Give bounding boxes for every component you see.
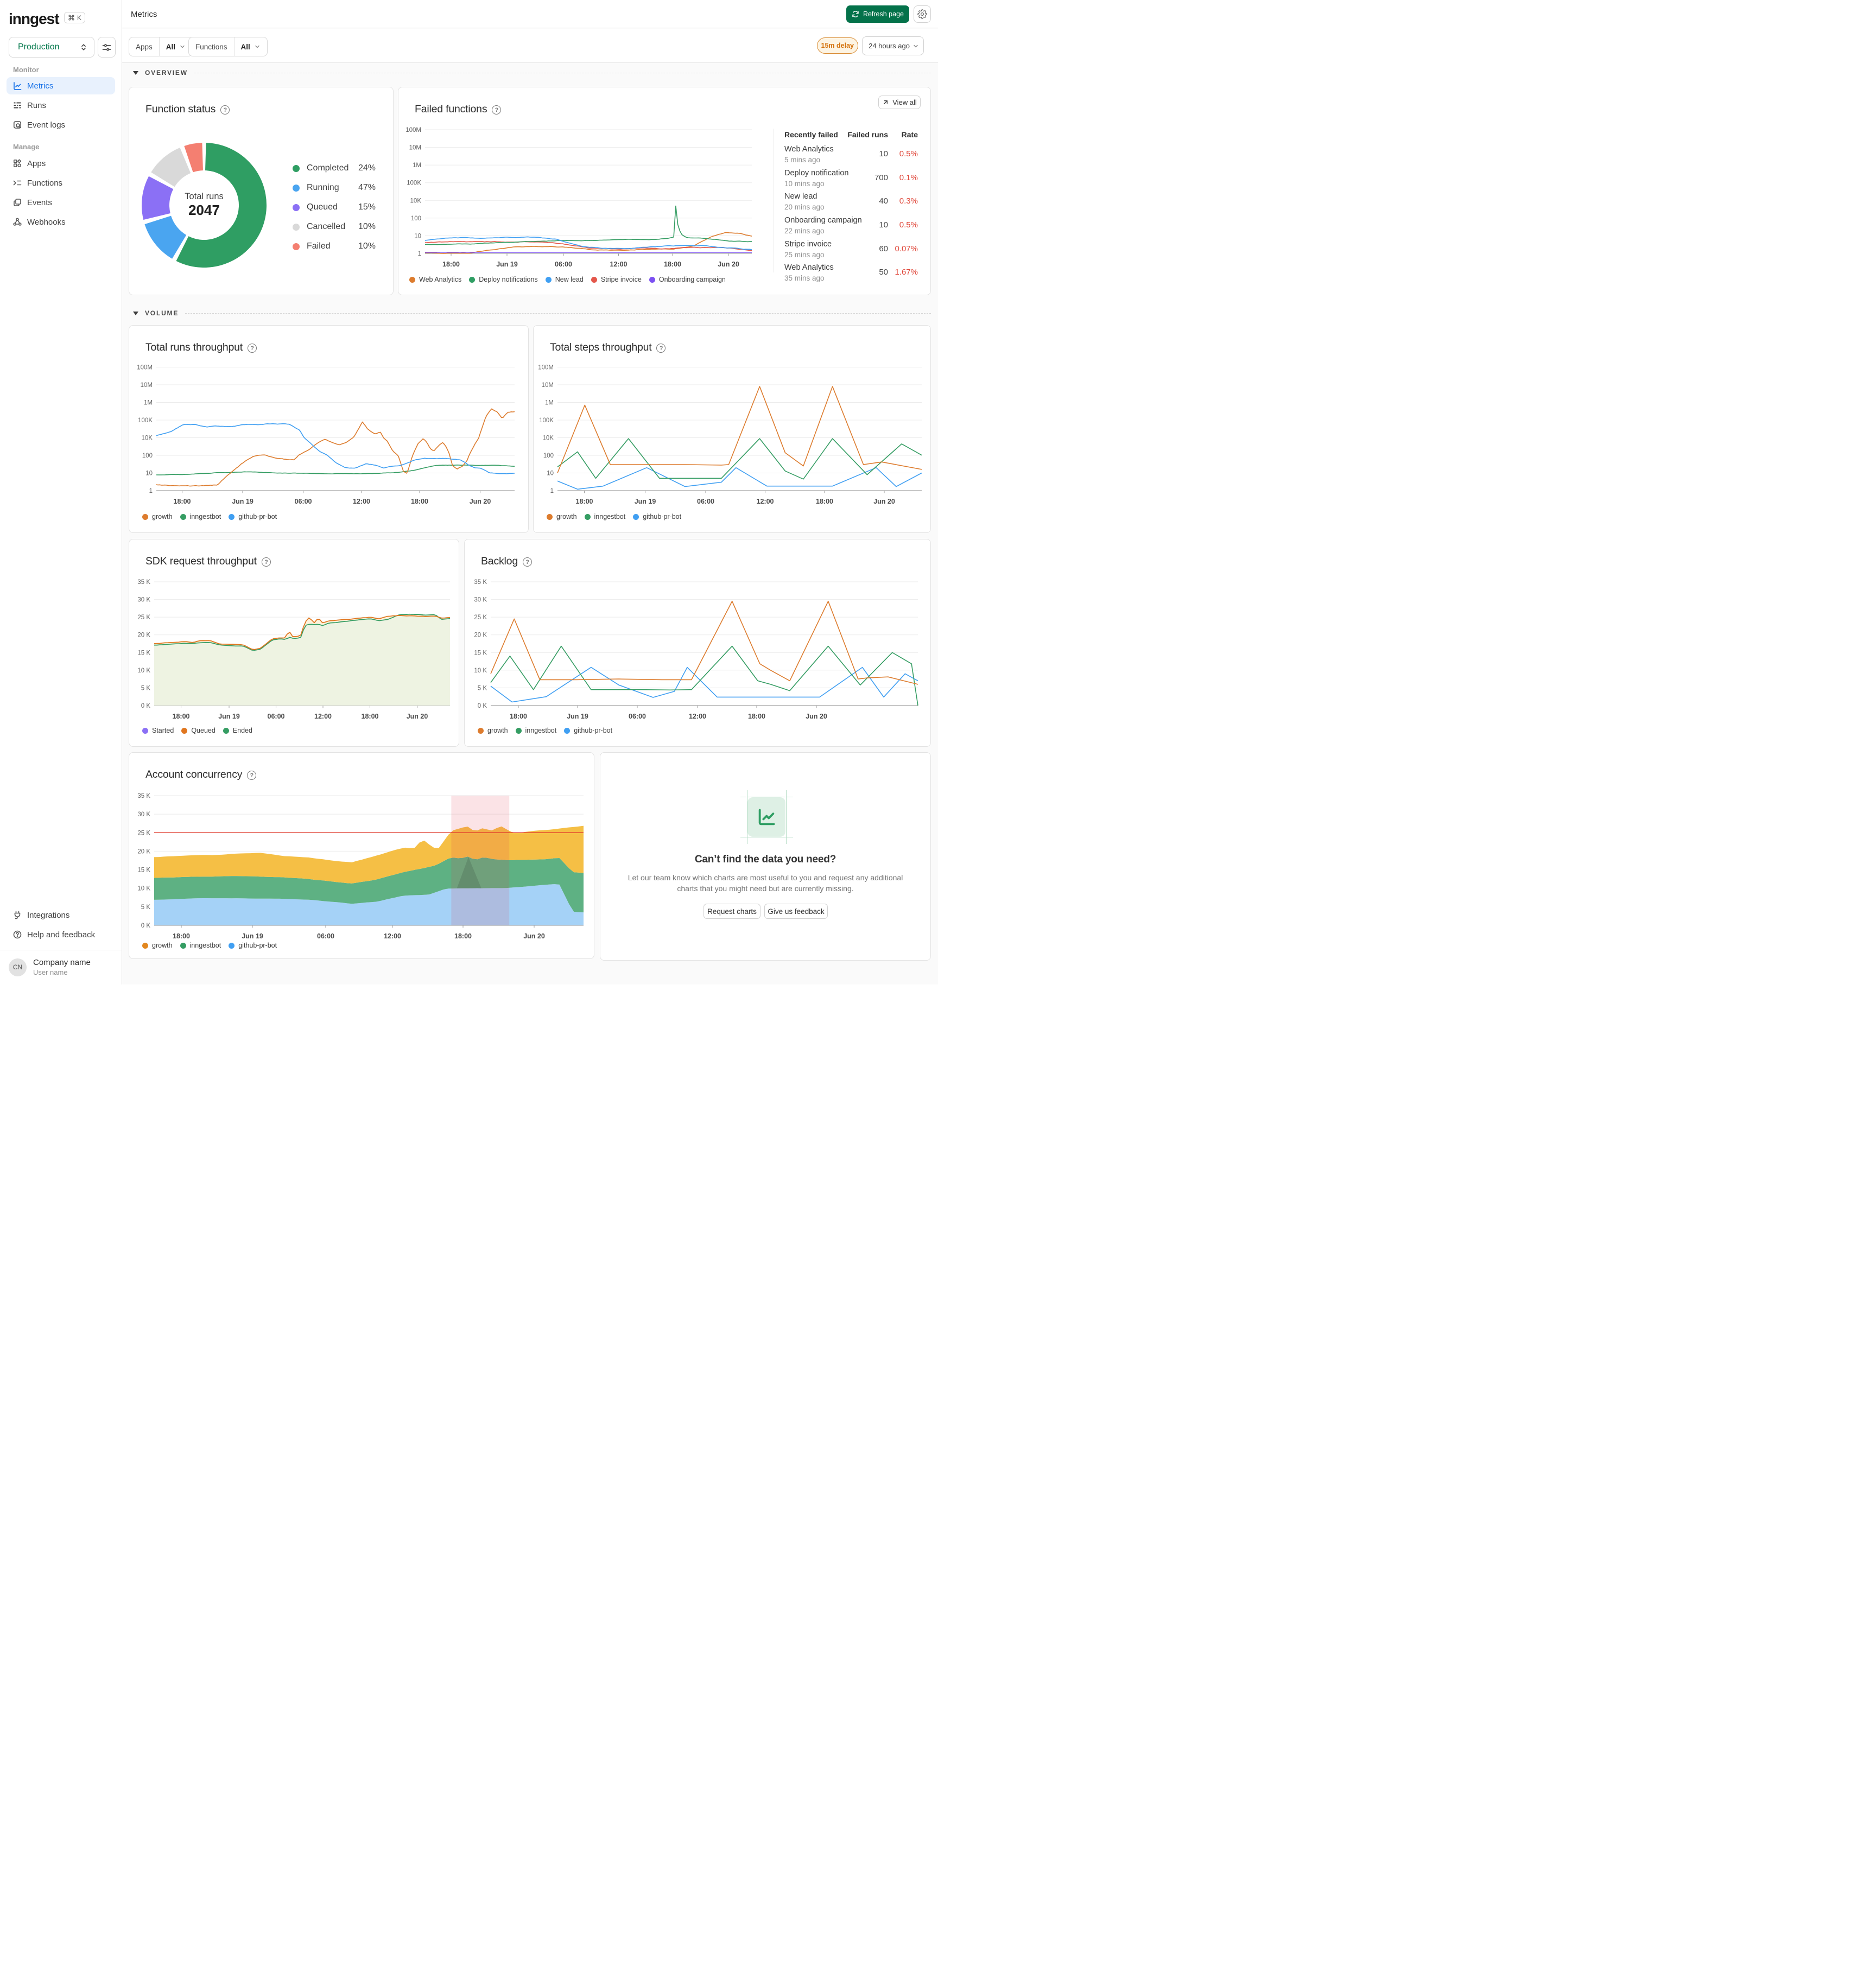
svg-text:20 K: 20 K <box>137 848 150 855</box>
svg-text:1: 1 <box>149 488 153 494</box>
svg-text:0 K: 0 K <box>478 703 487 709</box>
svg-text:10M: 10M <box>141 382 153 389</box>
svg-text:18:00: 18:00 <box>664 261 681 268</box>
svg-text:1: 1 <box>550 488 554 494</box>
svg-text:06:00: 06:00 <box>295 498 312 505</box>
svg-text:18:00: 18:00 <box>411 498 428 505</box>
svg-text:100: 100 <box>142 453 153 459</box>
svg-text:10K: 10K <box>142 435 153 442</box>
svg-text:18:00: 18:00 <box>454 932 472 940</box>
svg-text:06:00: 06:00 <box>317 932 334 940</box>
svg-text:10M: 10M <box>542 382 554 389</box>
svg-text:18:00: 18:00 <box>173 713 190 720</box>
svg-text:18:00: 18:00 <box>173 932 190 940</box>
svg-text:06:00: 06:00 <box>268 713 285 720</box>
svg-text:Jun 19: Jun 19 <box>232 498 253 505</box>
svg-text:Jun 19: Jun 19 <box>242 932 263 940</box>
svg-text:100K: 100K <box>539 417 554 424</box>
svg-text:06:00: 06:00 <box>555 261 572 268</box>
svg-text:10: 10 <box>547 471 554 477</box>
svg-text:1M: 1M <box>413 162 421 169</box>
svg-text:10K: 10K <box>543 435 554 442</box>
svg-text:10M: 10M <box>409 145 421 151</box>
svg-text:35 K: 35 K <box>137 579 150 586</box>
svg-text:18:00: 18:00 <box>174 498 191 505</box>
svg-text:18:00: 18:00 <box>748 713 765 720</box>
svg-text:30 K: 30 K <box>474 597 487 604</box>
svg-text:5 K: 5 K <box>141 685 151 691</box>
svg-text:5 K: 5 K <box>478 685 487 691</box>
svg-text:10K: 10K <box>410 198 422 204</box>
svg-text:18:00: 18:00 <box>576 498 593 505</box>
svg-text:20 K: 20 K <box>137 632 150 639</box>
svg-text:1M: 1M <box>144 400 153 406</box>
svg-text:Jun 20: Jun 20 <box>470 498 491 505</box>
svg-text:0 K: 0 K <box>141 703 151 709</box>
svg-text:15 K: 15 K <box>474 650 487 656</box>
svg-text:30 K: 30 K <box>137 811 150 818</box>
svg-text:Jun 19: Jun 19 <box>496 261 518 268</box>
svg-text:25 K: 25 K <box>474 614 487 621</box>
svg-text:Jun 20: Jun 20 <box>806 713 827 720</box>
svg-text:12:00: 12:00 <box>689 713 706 720</box>
svg-text:1: 1 <box>418 251 421 257</box>
svg-text:10: 10 <box>145 471 153 477</box>
svg-text:10: 10 <box>414 233 421 239</box>
svg-text:Total runs: Total runs <box>185 192 224 201</box>
svg-text:12:00: 12:00 <box>353 498 370 505</box>
svg-text:10 K: 10 K <box>137 668 150 674</box>
svg-text:10 K: 10 K <box>137 886 150 892</box>
svg-text:12:00: 12:00 <box>314 713 332 720</box>
svg-text:100K: 100K <box>407 180 421 187</box>
svg-text:12:00: 12:00 <box>757 498 774 505</box>
svg-text:100K: 100K <box>138 417 153 424</box>
svg-text:Jun 19: Jun 19 <box>218 713 240 720</box>
svg-text:18:00: 18:00 <box>510 713 527 720</box>
svg-text:25 K: 25 K <box>137 830 150 836</box>
svg-text:18:00: 18:00 <box>816 498 833 505</box>
svg-text:20 K: 20 K <box>474 632 487 639</box>
svg-text:Jun 20: Jun 20 <box>523 932 545 940</box>
svg-text:100M: 100M <box>137 365 153 371</box>
svg-text:Jun 19: Jun 19 <box>635 498 656 505</box>
svg-text:06:00: 06:00 <box>697 498 714 505</box>
svg-text:Jun 20: Jun 20 <box>407 713 428 720</box>
svg-text:25 K: 25 K <box>137 614 150 621</box>
svg-text:35 K: 35 K <box>474 579 487 586</box>
svg-text:100: 100 <box>543 453 554 459</box>
svg-text:06:00: 06:00 <box>629 713 646 720</box>
svg-text:15 K: 15 K <box>137 867 150 874</box>
svg-text:2047: 2047 <box>188 202 220 218</box>
svg-text:15 K: 15 K <box>137 650 150 656</box>
svg-text:30 K: 30 K <box>137 597 150 604</box>
svg-text:18:00: 18:00 <box>442 261 460 268</box>
svg-text:10 K: 10 K <box>474 668 487 674</box>
svg-text:18:00: 18:00 <box>362 713 379 720</box>
svg-text:Jun 20: Jun 20 <box>718 261 739 268</box>
svg-text:12:00: 12:00 <box>610 261 628 268</box>
svg-text:12:00: 12:00 <box>384 932 401 940</box>
svg-text:1M: 1M <box>545 400 554 406</box>
svg-text:0 K: 0 K <box>141 923 151 929</box>
svg-text:100: 100 <box>411 215 421 222</box>
svg-text:35 K: 35 K <box>137 793 150 799</box>
svg-text:100M: 100M <box>538 365 554 371</box>
svg-text:Jun 20: Jun 20 <box>873 498 895 505</box>
svg-text:100M: 100M <box>405 127 421 134</box>
svg-text:Jun 19: Jun 19 <box>567 713 588 720</box>
svg-text:5 K: 5 K <box>141 904 151 911</box>
